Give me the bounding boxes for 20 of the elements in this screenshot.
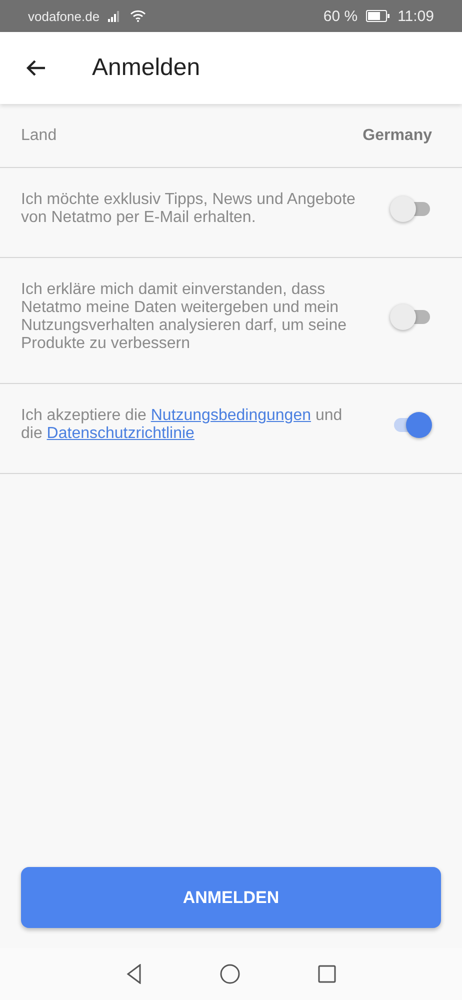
carrier-name: vodafone.de: [28, 8, 100, 24]
consent-text: Ich möchte exklusiv Tipps, News und Angebote von Netatmo per E-Mail erhalten.: [21, 191, 356, 227]
text-link[interactable]: Nutzungsbedingungen: [150, 407, 311, 424]
toggle-switch[interactable]: [390, 304, 432, 330]
consent-text: Ich akzeptiere die Nutzungsbedingungen und die Datenschutzrichtlinie: [21, 407, 344, 443]
recents-icon[interactable]: [318, 965, 336, 983]
wifi-icon: [130, 10, 146, 22]
text-link[interactable]: Datenschutzrichtlinie: [46, 425, 194, 442]
clock-time: 11:09: [398, 8, 434, 24]
toggle-switch[interactable]: [390, 196, 432, 222]
battery-icon: [366, 10, 390, 22]
consent-text: Ich erkläre mich damit einverstanden, dass Netatmo meine Daten weitergeben und mein Nutzungsverhalten analysieren darf, um seine Produkte zu verbessern: [21, 281, 348, 353]
signal-icon: [108, 10, 122, 22]
back-icon[interactable]: [126, 964, 142, 984]
battery-percent: 60 %: [323, 8, 358, 24]
screen-title: Anmelden: [92, 54, 200, 82]
home-icon[interactable]: [220, 964, 240, 984]
setting-value[interactable]: Germany: [362, 126, 432, 144]
sign-up-button[interactable]: ANMELDEN: [21, 867, 441, 928]
setting-label: Land: [21, 126, 58, 144]
